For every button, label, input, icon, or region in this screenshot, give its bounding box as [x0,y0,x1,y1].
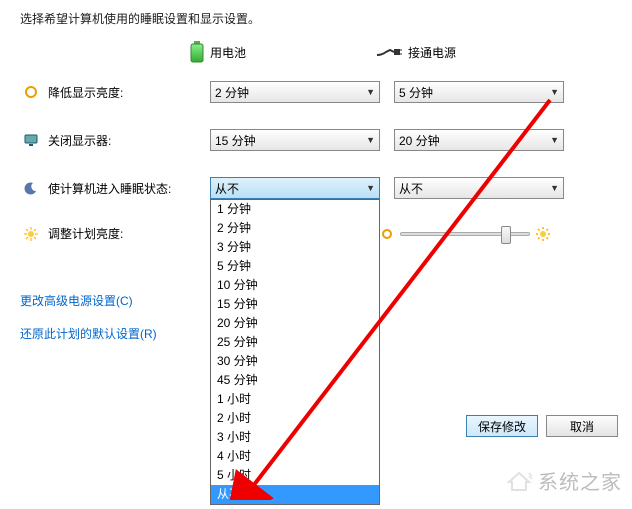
dropdown-option[interactable]: 4 小时 [211,447,379,466]
chevron-down-icon: ▼ [550,87,559,97]
moon-icon [24,181,38,195]
dropdown-option[interactable]: 1 小时 [211,390,379,409]
display-off-plugged-select[interactable]: 20 分钟 ▼ [394,129,564,151]
dim-plugged-value: 5 分钟 [399,84,433,101]
column-header-battery: 用电池 [190,41,370,63]
battery-icon [190,41,204,63]
chevron-down-icon: ▼ [366,87,375,97]
sleep-plugged-select[interactable]: 从不 ▼ [394,177,564,199]
dim-battery-value: 2 分钟 [215,84,249,101]
dropdown-option[interactable]: 30 分钟 [211,352,379,371]
save-button[interactable]: 保存修改 [466,415,538,437]
dropdown-option[interactable]: 从不 [211,485,379,504]
sleep-battery-value: 从不 [215,180,239,197]
dropdown-option[interactable]: 20 分钟 [211,314,379,333]
brightness-plugged-slider[interactable] [400,232,530,236]
display-off-battery-select[interactable]: 15 分钟 ▼ [210,129,380,151]
dim-icon [24,85,38,99]
dim-battery-select[interactable]: 2 分钟 ▼ [210,81,380,103]
dropdown-option[interactable]: 25 分钟 [211,333,379,352]
sun-icon [24,227,38,241]
sun-dim-icon [380,227,394,241]
slider-thumb[interactable] [501,226,511,244]
sun-bright-icon [536,227,550,241]
watermark: 系统之家 [506,466,622,495]
monitor-icon [24,133,38,147]
chevron-down-icon: ▼ [550,183,559,193]
sleep-battery-dropdown[interactable]: 1 分钟2 分钟3 分钟5 分钟10 分钟15 分钟20 分钟25 分钟30 分… [210,199,380,505]
row-label-display-off: 关闭显示器: [42,132,210,149]
sleep-battery-select[interactable]: 从不 ▼ [210,177,380,199]
column-header-plugged: 接通电源 [376,41,556,63]
row-label-dim: 降低显示亮度: [42,84,210,101]
display-off-plugged-value: 20 分钟 [399,132,440,149]
chevron-down-icon: ▼ [366,183,375,193]
dropdown-option[interactable]: 10 分钟 [211,276,379,295]
plug-icon [376,45,402,59]
dropdown-option[interactable]: 5 分钟 [211,257,379,276]
chevron-down-icon: ▼ [550,135,559,145]
chevron-down-icon: ▼ [366,135,375,145]
dropdown-option[interactable]: 2 小时 [211,409,379,428]
sleep-plugged-value: 从不 [399,180,423,197]
dropdown-option[interactable]: 3 小时 [211,428,379,447]
page-description: 选择希望计算机使用的睡眠设置和显示设置。 [0,0,632,35]
row-label-brightness: 调整计划亮度: [42,225,210,242]
dropdown-option[interactable]: 2 分钟 [211,219,379,238]
dropdown-option[interactable]: 45 分钟 [211,371,379,390]
dim-plugged-select[interactable]: 5 分钟 ▼ [394,81,564,103]
dropdown-option[interactable]: 5 小时 [211,466,379,485]
dropdown-option[interactable]: 3 分钟 [211,238,379,257]
dropdown-option[interactable]: 1 分钟 [211,200,379,219]
display-off-battery-value: 15 分钟 [215,132,256,149]
row-label-sleep: 使计算机进入睡眠状态: [42,180,210,197]
column-plugged-label: 接通电源 [408,44,456,61]
column-battery-label: 用电池 [210,44,246,61]
cancel-button[interactable]: 取消 [546,415,618,437]
watermark-icon [506,470,532,492]
dropdown-option[interactable]: 15 分钟 [211,295,379,314]
